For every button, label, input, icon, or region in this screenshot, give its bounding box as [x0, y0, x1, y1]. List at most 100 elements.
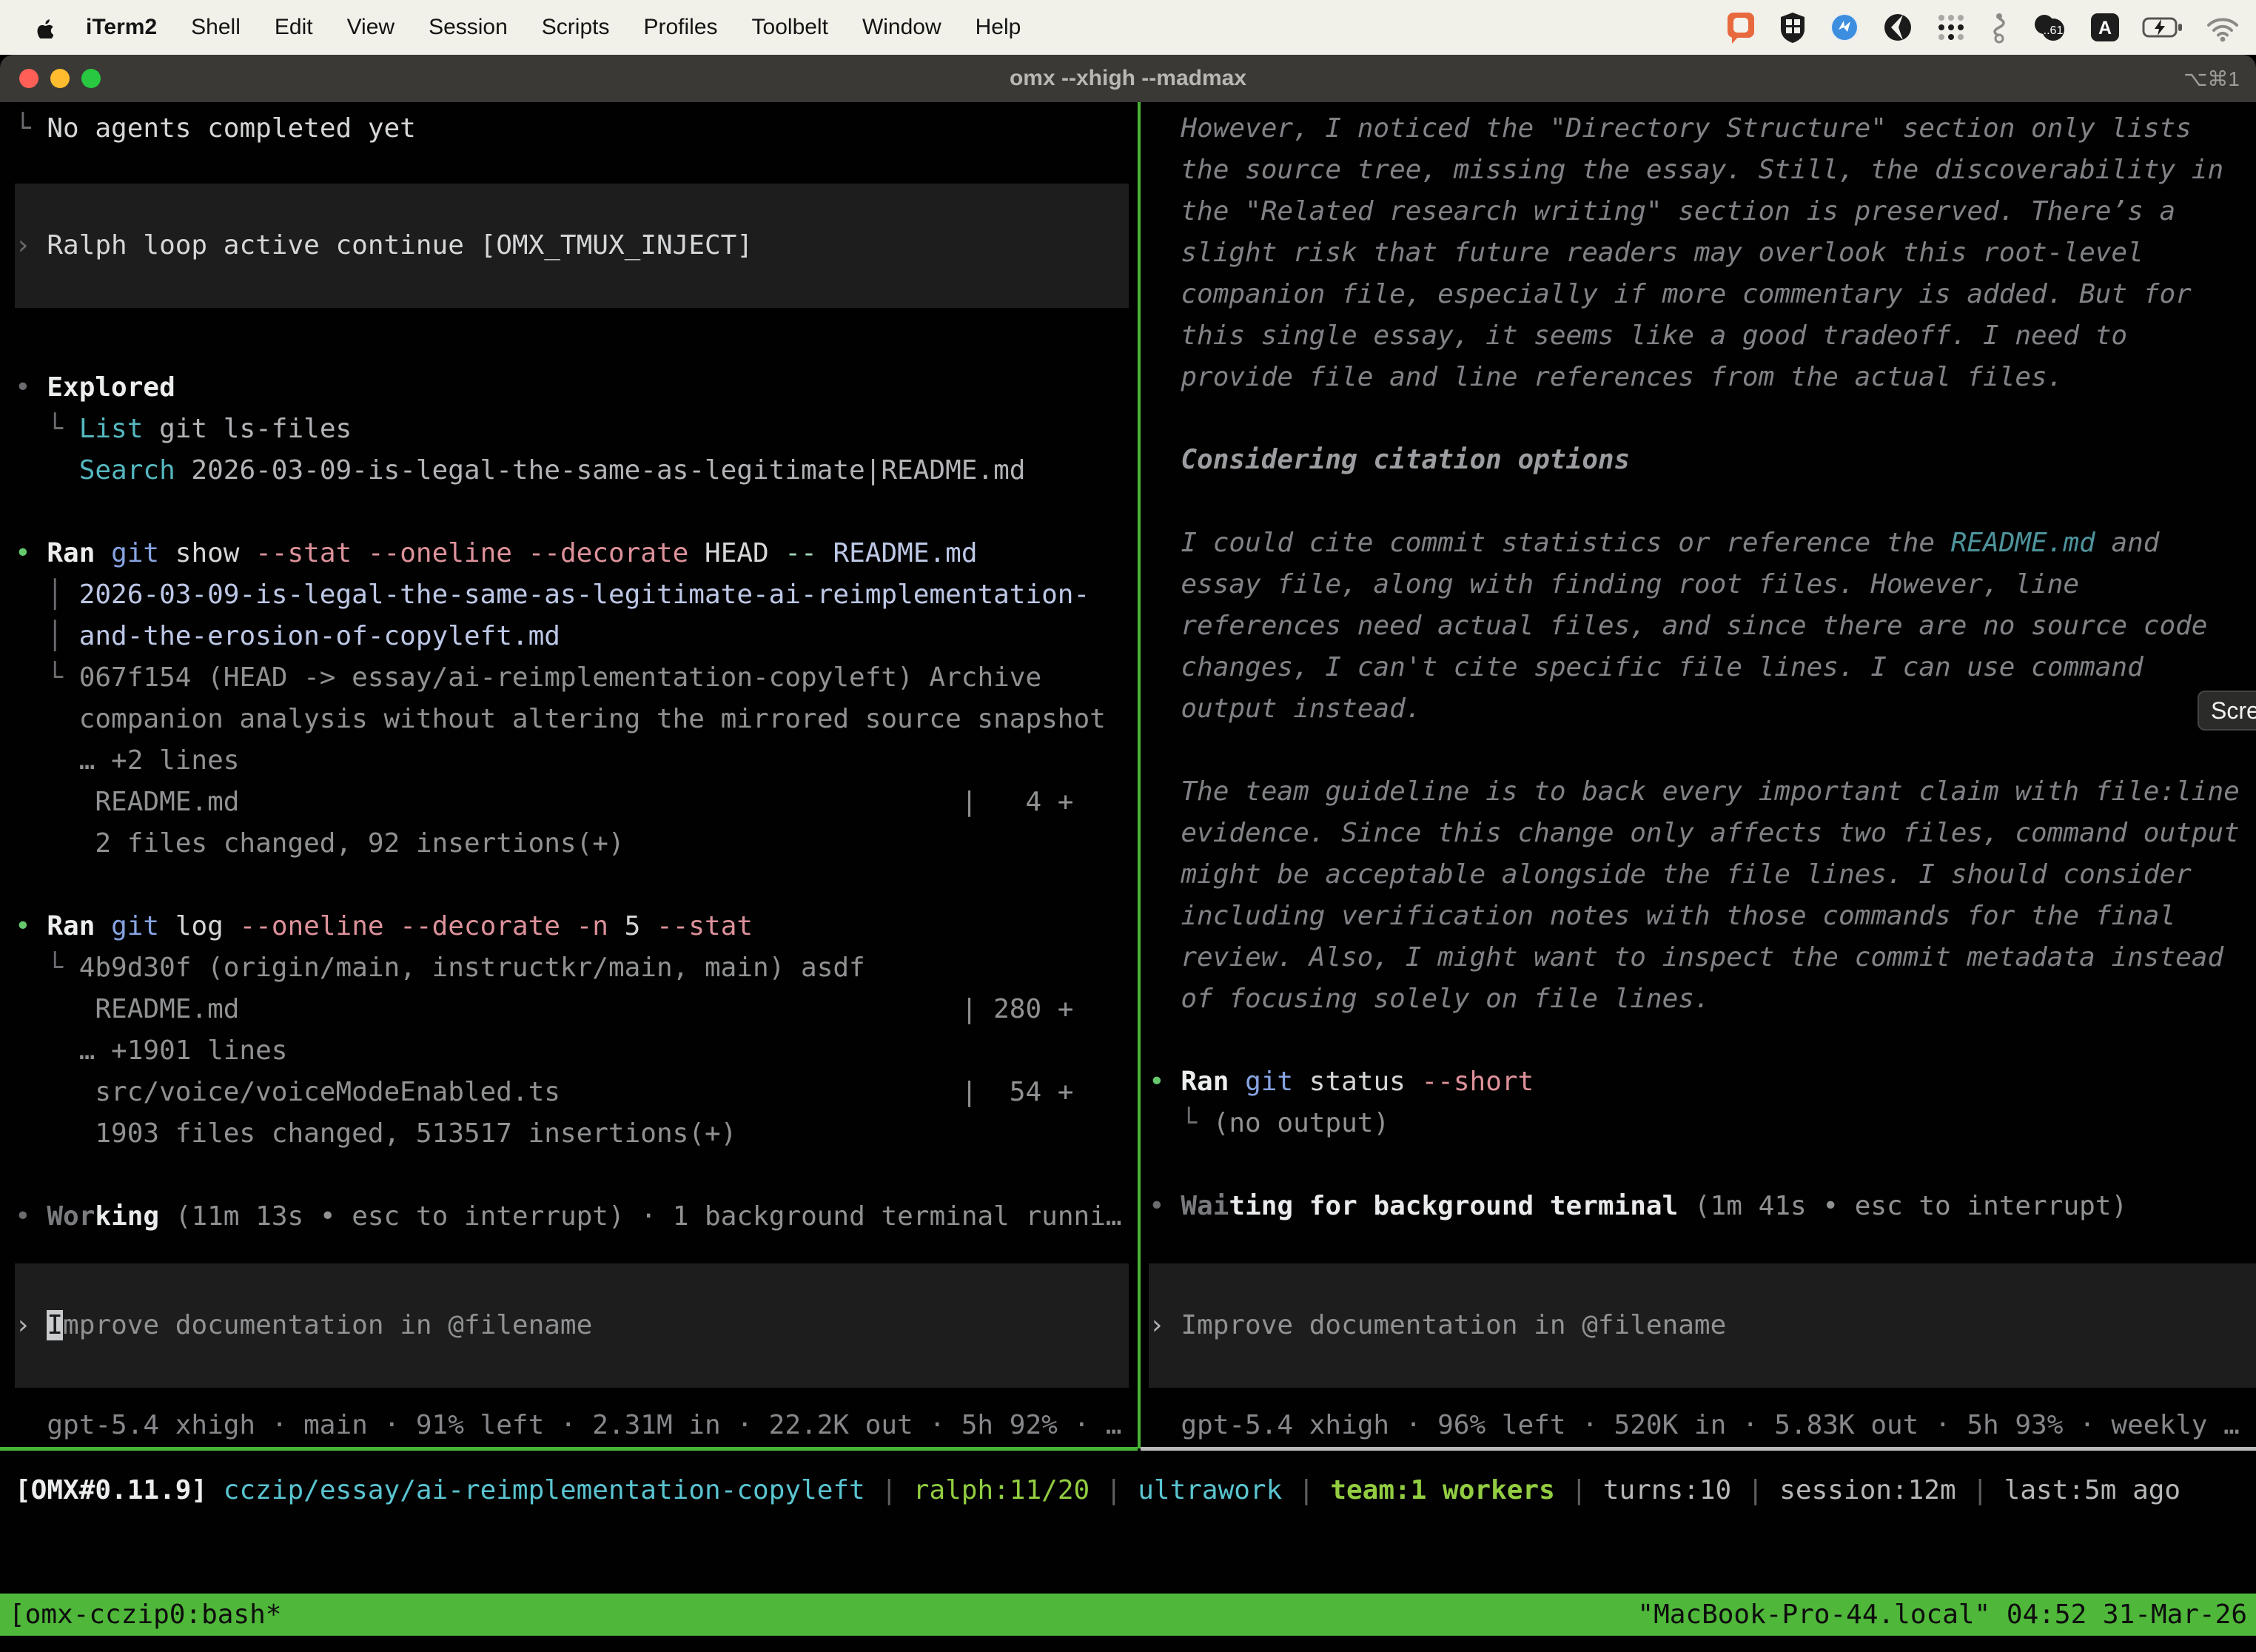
shutter-logo-icon[interactable] — [1881, 11, 1914, 44]
tmux-host-clock: "MacBook-Pro-44.local" 04:52 31-Mar-26 — [1637, 1594, 2247, 1636]
menu-bar: iTerm2 Shell Edit View Session Scripts Profile… — [0, 0, 2256, 55]
terminal-line: provide file and line references from th… — [1149, 357, 2256, 398]
terminal-line: references need actual files, and since … — [1149, 605, 2256, 647]
agent-input-line: › Improve documentation in @filename — [15, 1305, 592, 1346]
terminal-line: src/voice/voiceModeEnabled.ts | 54 + — [15, 1072, 1129, 1113]
text-segment: src/voice/voiceModeEnabled.ts | 54 + — [15, 1077, 1073, 1107]
text-segment: README.md — [833, 538, 977, 568]
text-segment: -- — [785, 538, 816, 568]
text-segment: | — [1555, 1475, 1603, 1505]
terminal-line: 2 files changed, 92 insertions(+) — [15, 823, 1129, 864]
terminal-line: the "Related research writing" section i… — [1149, 191, 2256, 232]
terminal-line: essay file, along with finding root file… — [1149, 564, 2256, 605]
text-segment: --oneline --decorate -n — [239, 911, 608, 941]
menu-item-view[interactable]: View — [347, 15, 395, 40]
text-segment: 067f154 (HEAD -> essay/ai-reimplementati… — [79, 662, 1041, 693]
menu-item-profiles[interactable]: Profiles — [643, 15, 717, 40]
text-segment: last:5m ago — [2004, 1475, 2181, 1505]
model-status-line: gpt-5.4 xhigh · 96% left · 520K in · 5.8… — [1149, 1405, 2256, 1440]
text-segment: • — [15, 372, 47, 403]
agent-input-box[interactable]: › Improve documentation in @filename — [15, 1263, 1129, 1388]
chat-bubble-icon[interactable] — [1725, 10, 1757, 44]
text-segment: However, I noticed the "Directory Struct… — [1149, 113, 2192, 144]
text-segment: Ran — [47, 911, 95, 941]
tmux-session-window[interactable]: [omx-cczip0:bash* — [9, 1594, 281, 1636]
text-segment: turns:10 — [1603, 1475, 1731, 1505]
battery-charging-icon[interactable] — [2142, 11, 2185, 44]
text-segment: 1903 files changed, 513517 insertions(+) — [15, 1118, 736, 1149]
text-segment — [15, 455, 79, 486]
keyboard-layout-a-icon[interactable]: A — [2089, 11, 2121, 44]
menu-item-iterm2[interactable]: iTerm2 — [86, 15, 157, 40]
menu-item-window[interactable]: Window — [862, 15, 941, 40]
pane-divider[interactable] — [1138, 102, 1141, 1448]
text-segment: git — [111, 538, 159, 568]
wifi-icon[interactable] — [2206, 11, 2240, 44]
shield-icon[interactable] — [1778, 11, 1807, 44]
text-segment: README.md — [1951, 528, 2095, 558]
terminal-line: output instead. — [1149, 688, 2256, 730]
agent-input-box[interactable]: › Improve documentation in @filename — [1149, 1263, 2256, 1388]
svg-text:A: A — [2098, 18, 2112, 38]
text-segment: └ — [15, 113, 47, 144]
menu-item-session[interactable]: Session — [429, 15, 508, 40]
text-segment — [1229, 1067, 1245, 1097]
blue-seal-icon[interactable] — [1828, 11, 1861, 44]
window-titlebar[interactable]: omx --xhigh --madmax ⌥⌘1 — [0, 55, 2256, 102]
agent-input-box[interactable]: › Ralph loop active continue [OMX_TMUX_I… — [15, 184, 1129, 308]
left-pane: └ No agents completed yet › Ralph loop ac… — [15, 108, 1129, 1440]
text-segment: No agents completed yet — [47, 113, 416, 144]
text-segment: Explored — [47, 372, 175, 403]
text-segment: the "Related research writing" section i… — [1149, 196, 2175, 226]
badge-61-icon[interactable]: ..61 — [2031, 11, 2068, 44]
text-segment: --stat — [657, 911, 753, 941]
text-segment: › — [15, 230, 47, 261]
terminal-line: └ 4b9d30f (origin/main, instructkr/main,… — [15, 947, 1129, 989]
text-segment: mprove documentation in @filename — [63, 1310, 592, 1340]
text-segment: └ — [1149, 1108, 1213, 1138]
text-segment: Ran — [47, 538, 95, 568]
menu-item-help[interactable]: Help — [976, 15, 1021, 40]
terminal-line: └ List git ls-files — [15, 409, 1129, 450]
terminal-line: • Ran git show --stat --oneline --decora… — [15, 533, 1129, 574]
text-segment: • — [15, 538, 47, 568]
text-segment: --short — [1422, 1067, 1534, 1097]
text-segment: show — [159, 538, 255, 568]
tmux-status-bar: [omx-cczip0:bash* "MacBook-Pro-44.local"… — [0, 1594, 2256, 1636]
terminal-line: │ 2026-03-09-is-legal-the-same-as-legiti… — [15, 574, 1129, 616]
text-segment — [817, 538, 833, 568]
text-segment: and-the-erosion-of-copyleft.md — [79, 621, 560, 651]
terminal-line: However, I noticed the "Directory Struct… — [1149, 108, 2256, 150]
text-segment: › — [15, 1310, 47, 1340]
model-status-line: gpt-5.4 xhigh · main · 91% left · 2.31M … — [15, 1405, 1129, 1440]
text-segment: 1 background terminal runni… — [673, 1201, 1122, 1232]
text-segment: │ — [15, 621, 79, 651]
dots-grid-icon[interactable] — [1935, 11, 1967, 44]
text-segment: | — [865, 1475, 913, 1505]
menu-item-edit[interactable]: Edit — [275, 15, 313, 40]
apple-menu-icon[interactable] — [34, 16, 53, 38]
text-segment: └ — [15, 662, 79, 693]
squiggle-icon[interactable] — [1988, 11, 2010, 44]
terminal-line: evidence. Since this change only affects… — [1149, 813, 2256, 854]
text-segment: team:1 workers — [1330, 1475, 1554, 1505]
menu-item-toolbelt[interactable]: Toolbelt — [752, 15, 828, 40]
menu-item-shell[interactable]: Shell — [191, 15, 241, 40]
text-segment: 2026-03-09-is-legal-the-same-as-legitima… — [79, 580, 1090, 610]
menu-item-scripts[interactable]: Scripts — [542, 15, 610, 40]
text-segment: | — [1956, 1475, 2004, 1505]
text-segment: | — [1282, 1475, 1330, 1505]
terminal-line: … +2 lines — [15, 740, 1129, 782]
terminal-line: the source tree, missing the essay. Stil… — [1149, 150, 2256, 191]
text-segment: evidence. Since this change only affects… — [1149, 818, 2240, 848]
text-segment: HEAD — [688, 538, 785, 568]
right-pane: However, I noticed the "Directory Struct… — [1149, 108, 2256, 1440]
text-segment: might be acceptable alongside the file l… — [1149, 859, 2192, 890]
terminal-line: Considering citation options — [1149, 440, 2256, 481]
text-segment: • — [15, 1201, 47, 1232]
terminal-line: review. Also, I might want to inspect th… — [1149, 937, 2256, 978]
text-segment: • — [1149, 1191, 1181, 1221]
text-segment: Ralph loop active continue [OMX_TMUX_INJ… — [47, 230, 753, 261]
terminal-line: README.md | 280 + — [15, 989, 1129, 1030]
text-segment: | — [1731, 1475, 1779, 1505]
